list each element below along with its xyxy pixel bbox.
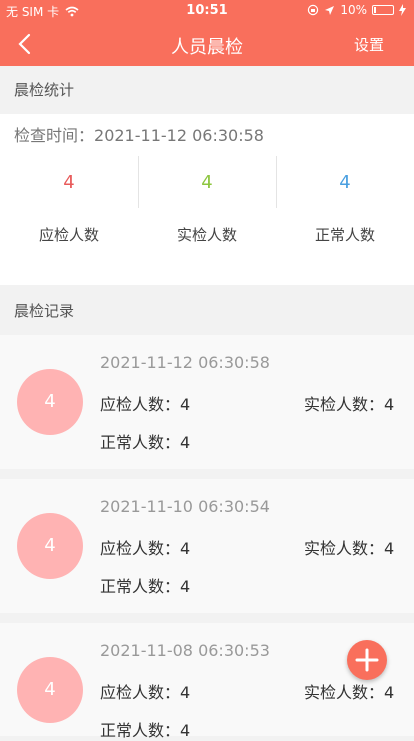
record-actual: 实检人数：4	[304, 391, 394, 415]
record-avatar: 4	[17, 369, 83, 435]
record-date: 2021-11-08 06:30:53	[100, 641, 270, 660]
record-normal-label: 正常人数：	[100, 721, 181, 740]
charging-bolt-icon	[399, 4, 406, 16]
record-actual-value: 4	[384, 395, 395, 414]
stat-actual: 4 实检人数	[138, 156, 276, 256]
status-bar: 无 SIM 卡 10:51 10%	[0, 0, 414, 22]
stat-expected: 4 应检人数	[0, 156, 138, 256]
record-actual-value: 4	[384, 683, 395, 702]
location-arrow-icon	[325, 5, 335, 15]
page-title: 人员晨检	[171, 37, 243, 58]
records-section-title: 晨检记录	[0, 287, 414, 335]
record-item[interactable]: 4 2021-11-12 06:30:58 应检人数：4 实检人数：4 正常人数…	[0, 335, 414, 469]
record-expected-value: 4	[180, 395, 191, 414]
stat-expected-label: 应检人数	[38, 226, 99, 244]
record-normal-value: 4	[180, 433, 191, 452]
battery-level	[374, 7, 376, 13]
record-expected-label: 应检人数：	[100, 539, 181, 558]
battery-icon	[372, 5, 394, 15]
record-normal: 正常人数：4	[100, 429, 190, 453]
orientation-lock-icon	[308, 4, 319, 16]
stats-card: 检查时间：2021-11-12 06:30:58 4 应检人数 4 实检人数 4…	[0, 114, 414, 285]
record-normal: 正常人数：4	[100, 717, 190, 741]
record-expected-label: 应检人数：	[100, 683, 181, 702]
check-time-label: 检查时间：	[14, 126, 95, 145]
record-actual: 实检人数：4	[304, 679, 394, 703]
stat-expected-value: 4	[63, 172, 75, 193]
record-actual-label: 实检人数：	[304, 395, 385, 414]
record-normal-label: 正常人数：	[100, 433, 181, 452]
add-button[interactable]	[347, 640, 387, 680]
status-right: 10%	[307, 3, 406, 17]
record-item[interactable]: 4 2021-11-10 06:30:54 应检人数：4 实检人数：4 正常人数…	[0, 479, 414, 613]
record-actual-value: 4	[384, 539, 395, 558]
record-normal-label: 正常人数：	[100, 577, 181, 596]
stat-normal-value: 4	[339, 172, 351, 193]
check-time-value: 2021-11-12 06:30:58	[94, 126, 264, 145]
record-normal: 正常人数：4	[100, 573, 190, 597]
record-avatar: 4	[17, 513, 83, 579]
record-actual-label: 实检人数：	[304, 683, 385, 702]
stat-actual-label: 实检人数	[176, 226, 237, 244]
record-expected: 应检人数：4	[100, 679, 190, 703]
record-expected-value: 4	[180, 683, 191, 702]
stats-section-title: 晨检统计	[0, 66, 414, 114]
record-avatar: 4	[17, 657, 83, 723]
record-date: 2021-11-10 06:30:54	[100, 497, 270, 516]
settings-button[interactable]: 设置	[354, 34, 384, 55]
plus-icon	[355, 648, 379, 672]
record-date: 2021-11-12 06:30:58	[100, 353, 270, 372]
record-expected: 应检人数：4	[100, 391, 190, 415]
stat-normal: 4 正常人数	[276, 156, 414, 256]
record-actual: 实检人数：4	[304, 535, 394, 559]
battery-percent: 10%	[340, 3, 367, 17]
record-normal-value: 4	[180, 577, 191, 596]
record-expected-label: 应检人数：	[100, 395, 181, 414]
record-actual-label: 实检人数：	[304, 539, 385, 558]
record-expected: 应检人数：4	[100, 535, 190, 559]
check-time: 检查时间：2021-11-12 06:30:58	[14, 122, 264, 146]
record-expected-value: 4	[180, 539, 191, 558]
stat-normal-label: 正常人数	[314, 226, 375, 244]
stat-actual-value: 4	[201, 172, 213, 193]
record-normal-value: 4	[180, 721, 191, 740]
nav-bar: 人员晨检 设置	[0, 22, 414, 66]
